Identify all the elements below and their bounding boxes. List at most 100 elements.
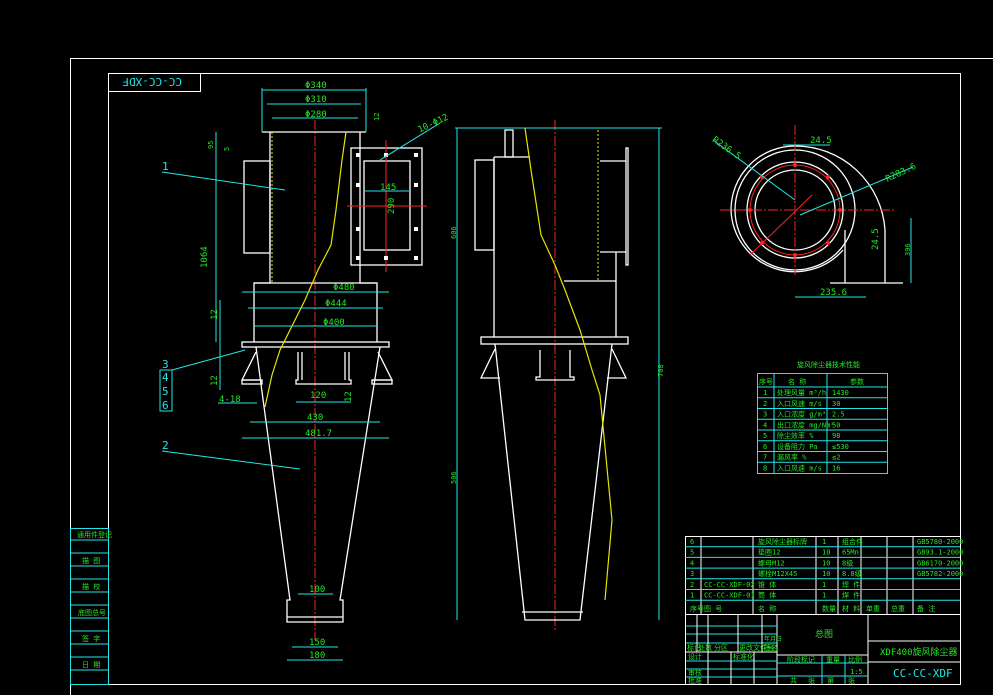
- drawing-label: 签名: [764, 643, 778, 652]
- bom-cell: 10: [822, 570, 830, 578]
- drawing-label: 日 期: [82, 661, 100, 669]
- drawing-label: R236.5: [710, 135, 742, 162]
- bom-cell: 焊 件: [842, 591, 860, 600]
- drawing-label: R283.6: [884, 162, 918, 185]
- param-cell: 1430: [832, 389, 849, 397]
- bom-cell: 4: [690, 559, 694, 567]
- drawing-label: 506: [450, 471, 458, 484]
- bom-cell: CC-CC-XDF-02: [704, 581, 755, 589]
- drawing-label: 序号: [759, 377, 773, 386]
- drawing-label: 比例: [848, 655, 862, 664]
- drawing-label: 底图总号: [78, 608, 106, 617]
- bom-cell: 8.8级: [842, 569, 862, 578]
- bom-cell: 3: [690, 570, 694, 578]
- drawing-number: CC-CC-XDF: [893, 667, 953, 680]
- param-cell: 1: [763, 389, 767, 397]
- drawing-label: Φ400: [323, 318, 345, 328]
- drawing-label: 1:5: [850, 668, 863, 676]
- bom-header: 名 称: [758, 604, 776, 613]
- drawing-label: 606: [450, 226, 458, 239]
- param-cell: 30: [832, 400, 840, 408]
- bom-cell: GB6170-2000: [917, 559, 963, 567]
- param-cell: 设备阻力 Pa: [777, 442, 818, 451]
- drawing-label: Φ480: [333, 283, 355, 293]
- param-cell: 2: [763, 400, 767, 408]
- bom-cell: 焊 件: [842, 580, 860, 589]
- left-signature-column: 通用件登记 描 图 描 校 底图总号 签 字 日 期: [70, 528, 112, 685]
- drawing-label: 4: [162, 371, 169, 384]
- drawing-label: 1064: [200, 246, 210, 268]
- drawing-label: 6: [162, 399, 169, 412]
- drawing-label: Φ444: [325, 299, 347, 309]
- drawing-label: 处数: [698, 643, 712, 652]
- drawing-label: Φ310: [305, 95, 327, 105]
- bom-cell: 垫圈12: [758, 548, 780, 557]
- bom-header: 单重: [866, 604, 880, 613]
- param-cell: 处理风量 m³/h: [777, 388, 826, 397]
- bom-cell: 螺母M12: [758, 558, 785, 567]
- bom-cell: GB5782-2000: [917, 570, 963, 578]
- bom-header: 数量: [822, 604, 836, 613]
- drawing-label: 阶段标记: [787, 655, 815, 664]
- drawing-label: 12: [210, 375, 220, 386]
- drawing-label: 12: [210, 309, 220, 320]
- drawing-label: 共: [790, 676, 797, 685]
- param-cell: 入口风速 m/s: [777, 400, 822, 408]
- bom-cell: 组合件: [842, 537, 863, 546]
- bom-cell: 1: [822, 538, 826, 546]
- param-cell: 98: [832, 432, 840, 440]
- bom-cell: 1: [822, 592, 826, 600]
- drawing-label: 张: [848, 676, 855, 685]
- param-cell: 3: [763, 411, 767, 419]
- drawing-label: 10-Φ12: [417, 113, 451, 136]
- drawing-label: 描 图: [82, 556, 100, 565]
- bom-cell: GB5780-2000: [917, 538, 963, 546]
- drawing-label: 3: [162, 358, 169, 371]
- outer-border: [70, 58, 993, 695]
- bom-table: 6 旋风除尘器标牌 1 组合件 GB5780-2000 5 垫圈12 10 65Mn GB93.1…: [685, 536, 963, 615]
- drawing-label: 5: [223, 147, 231, 151]
- drawing-label: 290: [387, 198, 397, 214]
- bom-cell: 5: [690, 549, 694, 557]
- drawing-label: 12: [373, 113, 381, 121]
- drawing-label: 描 校: [82, 582, 100, 591]
- bom-cell: 螺栓M12X45: [758, 569, 797, 578]
- drawing-label: 180: [309, 651, 325, 661]
- title-block: 标记 处数 分区 更改文件号 签名 年月日 设计 标准化 审核 批准 阶段标记 …: [685, 614, 961, 685]
- drawing-label: 481.7: [305, 429, 332, 439]
- drawing-label: 24.5: [810, 136, 832, 146]
- bom-header: 总重: [891, 604, 905, 613]
- bom-header: 序号: [690, 604, 704, 613]
- param-cell: 16: [832, 464, 840, 472]
- drawing-label: 重量: [826, 656, 840, 664]
- param-cell: 入口风速 m/s: [777, 464, 822, 472]
- param-cell: 7: [763, 454, 767, 462]
- bom-header: 图 号: [704, 605, 722, 613]
- cad-drawing: CC-CC-XDF 通用件登记 描 图 描 校 底图总号 签 字 日 期 Φ34…: [70, 58, 993, 695]
- param-cell: ≤2: [832, 454, 840, 462]
- drawing-label: 张: [808, 676, 815, 685]
- drawing-label: 标准化: [733, 652, 754, 661]
- corner-code: CC-CC-XDF: [122, 75, 182, 88]
- bom-cell: GB93.1-2000: [917, 549, 963, 557]
- param-cell: 出口浓度 mg/Nm³: [777, 420, 835, 429]
- bom-cell: CC-CC-XDF-01: [704, 592, 755, 600]
- bom-cell: 65Mn: [842, 549, 859, 557]
- drawing-label: 第: [827, 676, 834, 685]
- parameter-table: 旋风除尘器技术性能 序号 名 称 参数 1 处理风量 m³/h 1430 2 入口风速 …: [757, 360, 888, 474]
- bom-cell: 锥 体: [758, 580, 776, 589]
- drawing-label: 批准: [688, 676, 702, 685]
- inner-frame: [108, 73, 961, 685]
- drawing-name: 总图: [815, 628, 833, 640]
- bom-cell: 2: [690, 581, 694, 589]
- drawing-label: 审核: [688, 668, 702, 677]
- param-cell: 5: [763, 432, 767, 440]
- drawing-label: 1: [162, 160, 169, 173]
- bom-cell: 1: [690, 592, 694, 600]
- param-cell: 8: [763, 464, 767, 472]
- drawing-label: 通用件登记: [77, 530, 112, 539]
- drawing-label: 708: [657, 364, 665, 377]
- drawing-label: 120: [310, 391, 326, 401]
- drawing-label: 12: [344, 391, 354, 402]
- drawing-label: 396: [904, 243, 912, 256]
